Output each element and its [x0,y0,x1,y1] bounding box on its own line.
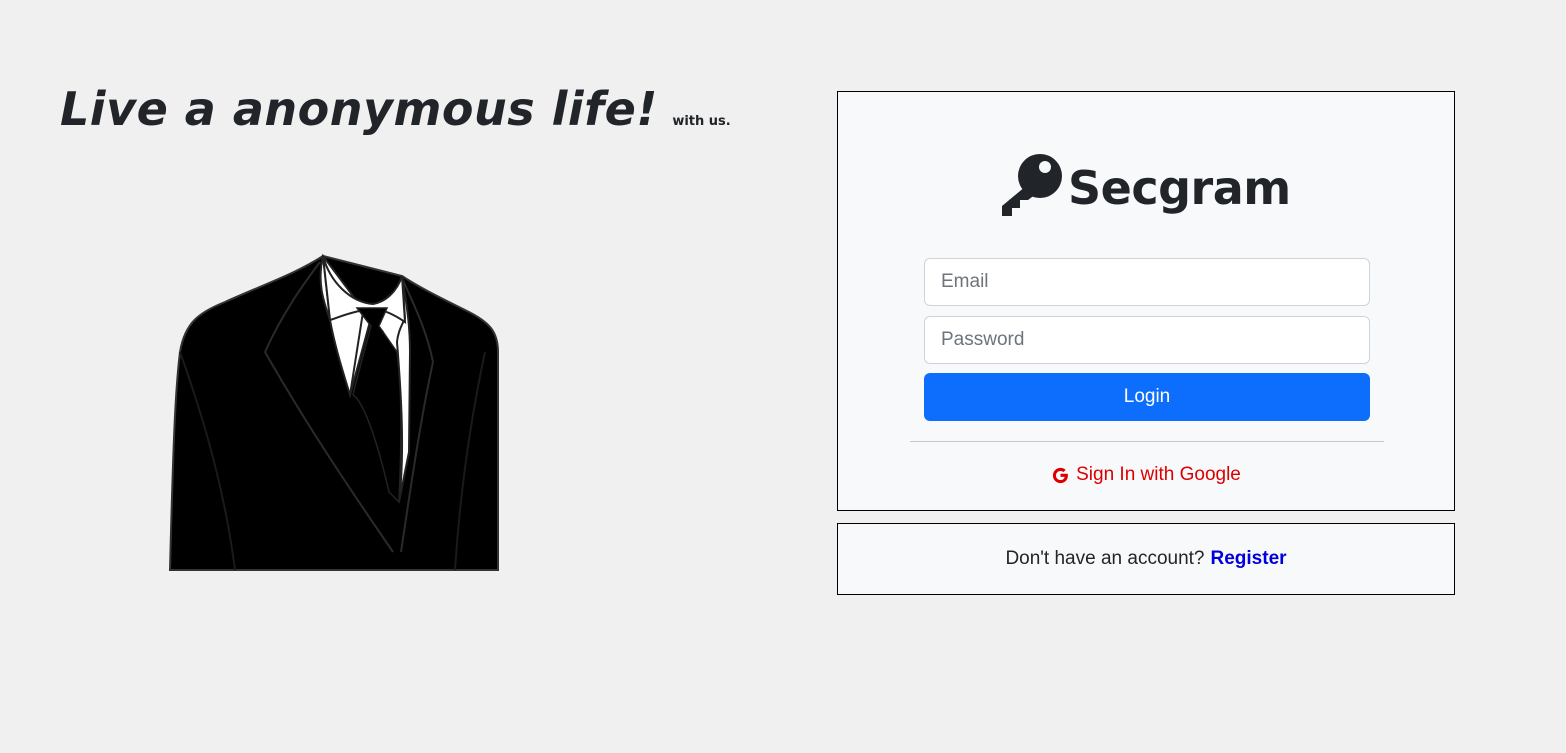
register-card: Don't have an account? Register [837,523,1455,595]
email-field[interactable] [924,258,1370,306]
login-button[interactable]: Login [924,373,1370,421]
hero-title: Live a anonymous life! [60,82,658,136]
divider [910,441,1384,442]
register-link[interactable]: Register [1211,548,1287,570]
register-prompt: Don't have an account? [1005,548,1205,569]
google-sign-in-label: Sign In with Google [1076,464,1241,485]
anonymous-suit-icon [168,253,499,571]
page: Live a anonymous life! with us. Secgram [0,0,1566,753]
password-field[interactable] [924,316,1370,364]
hero-subtitle: with us. [672,114,731,129]
brand: Secgram [996,150,1291,218]
brand-name: Secgram [1068,161,1291,215]
google-sign-in-link[interactable]: Sign In with Google [838,464,1454,486]
login-card: Secgram Login Sign In with Google [837,91,1455,511]
google-icon [1053,467,1069,483]
key-icon [1002,154,1062,216]
hero-heading: Live a anonymous life! with us. [60,82,731,136]
